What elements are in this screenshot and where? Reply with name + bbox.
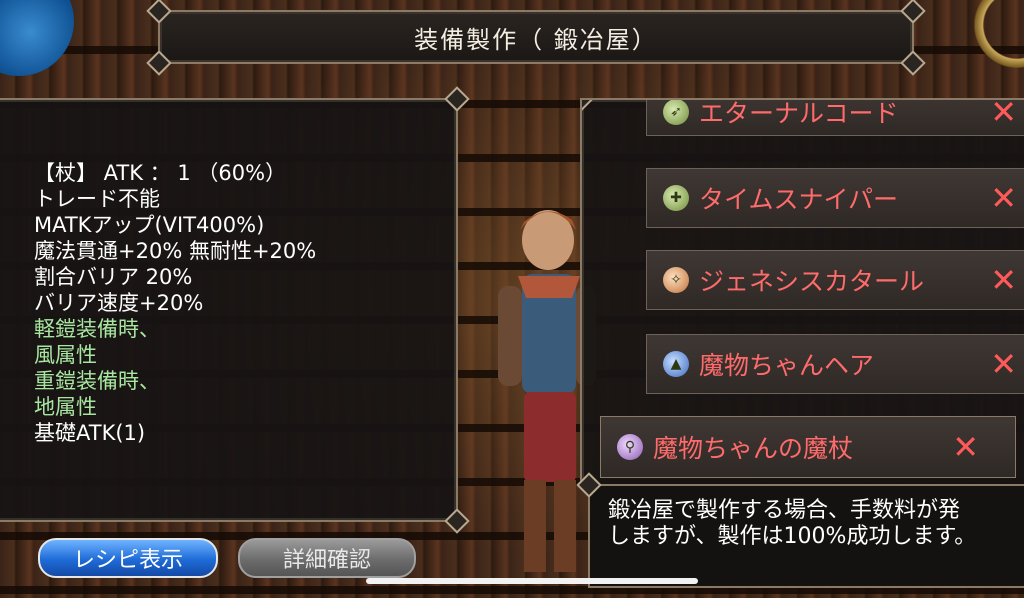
remove-recipe-button[interactable]: ✕ <box>952 431 979 463</box>
bow-icon: ➶ <box>663 100 689 125</box>
recipe-item-genesis-katar[interactable]: ✧ ジェネシスカタール ✕ <box>646 250 1024 310</box>
item-stat-line: バリア速度+20% <box>34 291 204 315</box>
recipe-label: ジェネシスカタール <box>699 267 925 296</box>
message-text: 鍛冶屋で製作する場合、手数料が発 しますが、製作は100%成功します。 <box>608 498 1024 550</box>
item-stat-line: 割合バリア 20% <box>34 265 193 289</box>
remove-recipe-button[interactable]: ✕ <box>990 100 1017 128</box>
item-stat-line: 魔法貫通+20% 無耐性+20% <box>34 239 317 263</box>
item-info-panel: 【杖】 ATK ： 1 （60%） トレード不能 MATKアップ(VIT400%… <box>0 86 470 534</box>
recipe-label: タイムスナイパー <box>699 185 899 214</box>
item-stat-line: 重鎧装備時、 <box>34 369 160 393</box>
item-stat-line: 軽鎧装備時、 <box>34 317 160 341</box>
recipe-list-panel[interactable]: ➶ エターナルコード ✕ ✚ タイムスナイパー ✕ ✧ ジェネシスカタール ✕ … <box>580 98 1024 488</box>
item-stat-line: MATKアップ(VIT400%) <box>34 213 265 237</box>
home-indicator[interactable] <box>366 578 698 584</box>
item-stat-line: 【杖】 ATK ： 1 （60%） <box>34 161 287 185</box>
message-line: 鍛冶屋で製作する場合、手数料が発 <box>608 498 961 523</box>
item-description: 【杖】 ATK ： 1 （60%） トレード不能 MATKアップ(VIT400%… <box>34 160 444 446</box>
remove-recipe-button[interactable]: ✕ <box>990 182 1017 214</box>
show-recipe-button[interactable]: レシピ表示 <box>38 538 218 578</box>
recipe-label: エターナルコード <box>699 99 899 128</box>
item-stat-line: 基礎ATK(1) <box>34 421 146 445</box>
remove-recipe-button[interactable]: ✕ <box>990 348 1017 380</box>
katar-icon: ✧ <box>663 267 689 293</box>
remove-recipe-button[interactable]: ✕ <box>990 264 1017 296</box>
title-bar: 装備製作（ 鍛冶屋） <box>146 0 926 76</box>
item-stat-line: 地属性 <box>34 395 97 419</box>
recipe-item-eternal-code[interactable]: ➶ エターナルコード ✕ <box>646 99 1024 136</box>
item-stat-line: トレード不能 <box>34 187 160 211</box>
message-line: しますが、製作は100%成功します。 <box>608 524 977 549</box>
recipe-item-monster-staff-selected[interactable]: ⚲ 魔物ちゃんの魔杖 ✕ <box>600 416 1016 478</box>
info-message-box: 鍛冶屋で製作する場合、手数料が発 しますが、製作は100%成功します。 <box>576 472 1024 588</box>
item-stat-line: 風属性 <box>34 343 97 367</box>
corner-ornament-icon <box>582 100 594 112</box>
recipe-label: 魔物ちゃんの魔杖 <box>653 434 854 463</box>
page-title: 装備製作（ 鍛冶屋） <box>414 25 658 54</box>
crossbow-icon: ✚ <box>663 185 689 211</box>
recipe-item-monster-hair[interactable]: ▲ 魔物ちゃんヘア ✕ <box>646 334 1024 394</box>
recipe-label: 魔物ちゃんヘア <box>699 351 875 380</box>
detail-confirm-button[interactable]: 詳細確認 <box>238 538 416 578</box>
recipe-item-time-sniper[interactable]: ✚ タイムスナイパー ✕ <box>646 168 1024 228</box>
hat-icon: ▲ <box>663 351 689 377</box>
staff-icon: ⚲ <box>617 434 643 460</box>
